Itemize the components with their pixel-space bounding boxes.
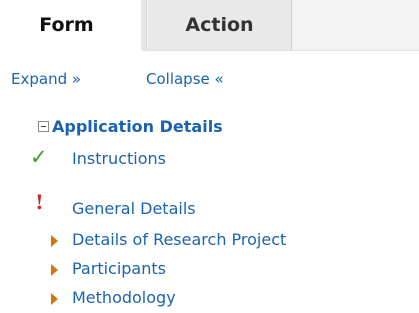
- tree-item-label[interactable]: General Details: [72, 199, 196, 218]
- tree-item-participants: Participants: [0, 259, 419, 283]
- arrow-right-icon[interactable]: [51, 235, 58, 247]
- tree-item-details-of-research-project: Details of Research Project: [0, 230, 419, 254]
- collapse-link[interactable]: Collapse «: [146, 70, 224, 88]
- tree-item-label[interactable]: Details of Research Project: [72, 230, 286, 249]
- tab-strip: Form Action: [0, 0, 419, 52]
- collapse-toggle-icon[interactable]: [38, 121, 49, 132]
- tab-action[interactable]: Action: [148, 0, 292, 50]
- form-navigation-panel: Form Action Expand » Collapse « Applicat…: [0, 0, 419, 313]
- tree-item-label[interactable]: Participants: [72, 259, 166, 278]
- tab-action-label: Action: [185, 14, 254, 36]
- tree-item-label[interactable]: Methodology: [72, 288, 176, 307]
- tab-form-label: Form: [39, 14, 94, 36]
- arrow-right-icon[interactable]: [51, 293, 58, 305]
- tree-root-label[interactable]: Application Details: [52, 117, 223, 136]
- tree-item-general-details: ! General Details: [0, 190, 419, 223]
- arrow-right-icon[interactable]: [51, 264, 58, 276]
- tree-item-methodology: Methodology: [0, 288, 419, 312]
- check-icon: ✓: [30, 145, 48, 169]
- tab-form[interactable]: Form: [0, 0, 147, 50]
- tree-root: Application Details: [0, 117, 419, 141]
- exclamation-icon: !: [35, 190, 44, 214]
- tree-item-label[interactable]: Instructions: [72, 149, 166, 168]
- tree-item-instructions: ✓ Instructions: [0, 145, 419, 173]
- expand-link[interactable]: Expand »: [11, 70, 81, 88]
